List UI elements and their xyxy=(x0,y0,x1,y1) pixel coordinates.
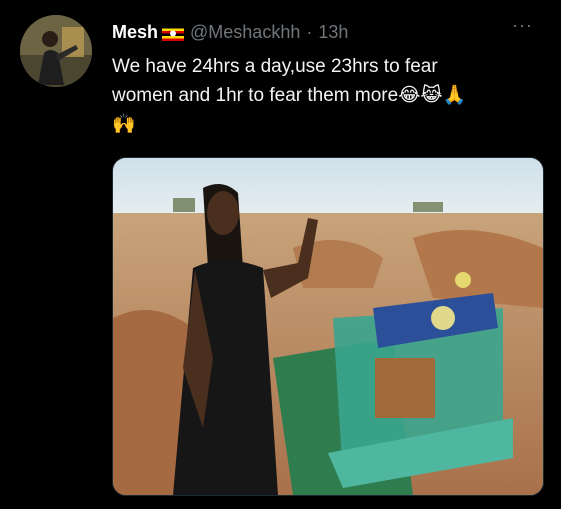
more-options-icon[interactable]: ··· xyxy=(512,16,542,38)
timestamp[interactable]: 13h xyxy=(318,22,348,43)
author-handle[interactable]: @Meshackhh xyxy=(190,22,300,43)
raised-hands-emoji-icon: 🙌 xyxy=(112,114,136,135)
tweet-text: We have 24hrs a day,use 23hrs to fear wo… xyxy=(112,52,542,139)
avatar-image xyxy=(20,15,92,87)
photo xyxy=(113,158,543,495)
avatar[interactable] xyxy=(20,15,92,87)
tweet-text-line-2-text: women and 1hr to fear them more xyxy=(112,85,399,106)
tweet-media-image[interactable] xyxy=(112,157,544,496)
laughing-emoji-icons: 😂😹🙏 xyxy=(398,85,467,106)
tweet-text-line-1: We have 24hrs a day,use 23hrs to fear xyxy=(112,56,438,77)
separator-dot: · xyxy=(306,21,313,42)
author-name[interactable]: Mesh xyxy=(112,22,158,43)
tweet: Mesh @Meshackhh · 13h ··· We have 24hrs … xyxy=(0,0,561,509)
tweet-text-line-3: 🙌 xyxy=(112,110,542,139)
tweet-header: Mesh @Meshackhh · 13h xyxy=(112,20,348,44)
uganda-flag-icon xyxy=(162,25,185,41)
tweet-text-line-2: women and 1hr to fear them more😂😹🙏 xyxy=(112,81,542,110)
